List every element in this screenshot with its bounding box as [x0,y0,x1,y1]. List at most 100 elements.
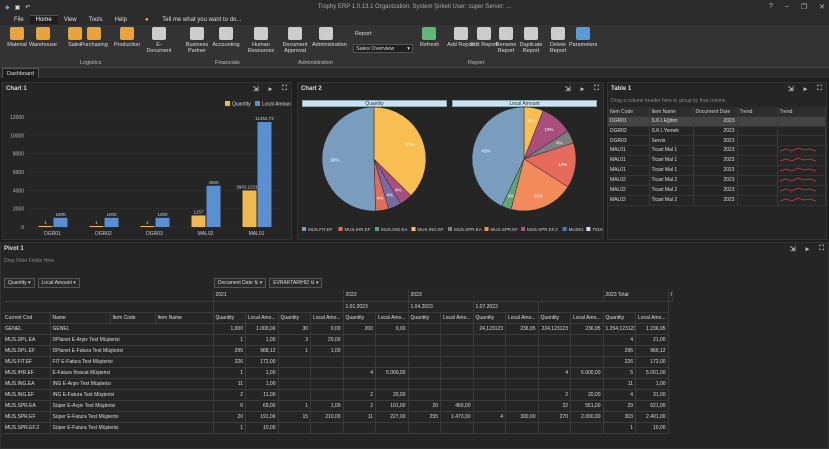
column-header[interactable]: Trend [777,107,826,118]
pivot-row-name[interactable]: Süper E-Fatura Test Müşterisi [50,411,214,423]
pivot-month-header[interactable]: 1.04.2023 [408,301,474,313]
pivot-row-code[interactable]: MUS.DPL.EF [3,345,51,357]
pivot-row-code[interactable]: MUS.SPR.EF.2 [3,422,51,434]
table1-maximize-icon[interactable]: ⛶ [817,85,822,93]
pivot-measure-header[interactable]: Local Amo... [310,312,344,324]
pivot-row-code[interactable]: GENEL [3,323,51,335]
pivot-measure-header[interactable]: Local Amo... [505,312,539,324]
bar-local-amount[interactable] [155,217,170,227]
pivot-measure-header[interactable]: Local Amo... [440,312,474,324]
pivot-row-field[interactable]: Current Cod [3,312,51,324]
duplicate-report-button[interactable]: Duplicate Report [517,27,545,54]
production-button[interactable]: Production [113,27,141,48]
table-row[interactable]: DGR01 S.K.I.Eğitim 2023 [608,116,826,127]
pivot-maximize-icon[interactable]: ⛶ [819,245,824,253]
undo-icon[interactable]: ↶ [25,4,30,11]
purchasing-button[interactable]: Purchasing [80,27,108,48]
pivot-row[interactable]: MUS.ING.EA ING E-Arşiv Test Müşterisi 11 1,… [3,378,673,390]
pivot-row-code[interactable]: MUS.SPR.EF [3,411,51,423]
delete-report-button[interactable]: Delete Report [544,27,572,54]
menu-home[interactable]: Home [29,15,58,24]
pivot-row[interactable]: MUS.IHR.EF E-Fatura İhracat Müşterisi 1 1,0… [3,367,673,379]
pivot-year-header[interactable]: 2023 Total [603,290,669,302]
column-header[interactable]: Item Code [608,107,650,118]
table-row[interactable]: DGR03 Servis 2023 [608,135,826,146]
pivot-year-header[interactable]: 2022 [343,290,409,302]
menu-help[interactable]: Help [109,16,133,24]
pivot-measure-header[interactable]: Quantity [213,312,246,324]
material-button[interactable]: Material [3,27,31,48]
pivot-measure-header[interactable]: Local Amo... [245,312,279,324]
pivot-month-header[interactable]: 1.07.2023 [473,301,539,313]
pivot-row-field[interactable]: Item Name [155,312,214,324]
bar-local-amount[interactable] [206,185,221,227]
pivot-export-icon[interactable]: ⇲ [790,245,796,253]
parameters-button[interactable]: Parameters [569,27,597,48]
pivot-measure-header[interactable]: Quantity [603,312,636,324]
administration-button[interactable]: Administration [312,27,347,48]
bar-local-amount[interactable] [53,217,68,227]
pivot-row[interactable]: MUS.SPR.EF.2 Süper E-Fatura Test Müşteris… [3,422,673,434]
restore-icon[interactable]: ❐ [801,3,807,11]
pivot-measure-header[interactable]: Quantity [343,312,376,324]
pivot-row[interactable]: MUS.ING.EF ING E-Fatura Test Müşterisi 2 11… [3,389,673,401]
bar-quantity[interactable] [89,226,104,227]
pivot-row[interactable]: MUS.SPR.EF Süper E-Fatura Test Müşterisi 2… [3,411,673,423]
bar-quantity[interactable] [38,226,53,227]
pivot-measure-header[interactable]: Local Amo... [635,312,669,324]
table-row[interactable]: MAL01 Ticari Mal 1 2023 [608,155,826,166]
field-chip-local-amount[interactable]: Local Amount ▾ [37,278,80,288]
pivot-measure-header[interactable]: Local Amo... [570,312,604,324]
table-row[interactable]: MAL01 Ticari Mal 1 2023 [608,145,826,156]
refresh-button[interactable]: Refresh [420,27,439,48]
edocument-button[interactable]: E-Document [145,27,173,54]
pivot-row[interactable]: MUS.SPR.EA Süper E-Arşiv Test Müşterisi 6 6… [3,400,673,412]
pivot-year-header[interactable]: 2021 [213,290,344,302]
tell-me-box[interactable]: ● Tell me what you want to do... [133,16,253,24]
bar-local-amount[interactable] [104,217,119,227]
pivot-row-name[interactable]: FIT E-Fatura Test Müşterisi [50,356,214,368]
menu-view[interactable]: View [58,16,83,24]
rename-report-button[interactable]: Rename Report [492,27,520,54]
field-chip-quantity[interactable]: Quantity ▾ [4,278,35,288]
bar-quantity[interactable] [242,190,257,227]
pivot-row-field[interactable]: Item Code [110,312,156,324]
table-row[interactable]: DGR02 S.K.I.Yemek 2023 [608,126,826,137]
table-row[interactable]: MAL02 Ticari Mal 2 2023 [608,175,826,186]
pivot-month-header[interactable]: 1.01.2023 [343,301,409,313]
table-row[interactable]: MAL01 Ticari Mal 1 2023 [608,165,826,176]
save-icon[interactable]: ▣ [15,4,21,11]
pivot-filter-icon[interactable]: ▸ [806,245,810,253]
table-row[interactable]: MAL02 Ticari Mal 2 2023 [608,195,826,206]
menu-tools[interactable]: Tools [83,16,109,24]
field-chip-document-date[interactable]: Document Date ⇅ ▾ [214,278,267,288]
bar-local-amount[interactable] [257,121,272,227]
table-row[interactable]: MAL02 Ticari Mal 2 2023 [608,185,826,196]
tab-dashboard[interactable]: Dashboard [2,68,39,78]
pivot-row-name[interactable]: ING E-Fatura Test Müşterisi [50,389,214,401]
help-icon[interactable]: ? [769,3,773,11]
field-chip-evraktarihi2[interactable]: EVRAKTARIHI2 ⇅ ▾ [269,278,323,288]
report-select[interactable]: Sales Overview ▾ [353,44,413,53]
pivot-row-code[interactable]: MUS.IHR.EF [3,367,51,379]
pivot-row[interactable]: MUS.DPL.EA DPlanet E-Arşiv Test Müşterisi… [3,334,673,346]
chart1-filter-icon[interactable]: ▸ [269,85,273,93]
pivot-row-code[interactable]: MUS.FIT.EF [3,356,51,368]
chart2-maximize-icon[interactable]: ⛶ [594,85,599,93]
pivot-row-code[interactable]: MUS.ING.EF [3,389,51,401]
pivot-row-name[interactable]: DPlanet E-Fatura Test Müşterisi [50,345,214,357]
column-header[interactable]: Item Name [649,107,694,118]
pivot-measure-header[interactable]: Quantity [473,312,506,324]
pivot-row-name[interactable]: E-Fatura İhracat Müşterisi [50,367,214,379]
pivot-row-name[interactable]: Süper E-Fatura Test Müşterisi [50,422,214,434]
pivot-row-name[interactable]: DPlanet E-Arşiv Test Müşterisi [50,334,214,346]
pivot-row[interactable]: GENEL GENEL 1,000 1.000,00 30 0,00 200 0,00 24,1… [3,323,673,335]
warehouse-button[interactable]: Warehouse [29,27,57,48]
pivot-row-name[interactable]: Süper E-Arşiv Test Müşterisi [50,400,214,412]
pivot-measure-header[interactable]: Quantity [538,312,571,324]
pivot-row-code[interactable]: MUS.ING.EA [3,378,51,390]
pivot-year-header[interactable]: 2023 [408,290,604,302]
close-icon[interactable]: ✕ [819,3,825,11]
pivot-row[interactable]: MUS.FIT.EF FIT E-Fatura Test Müşterisi 226… [3,356,673,368]
bar-quantity[interactable] [140,226,155,227]
